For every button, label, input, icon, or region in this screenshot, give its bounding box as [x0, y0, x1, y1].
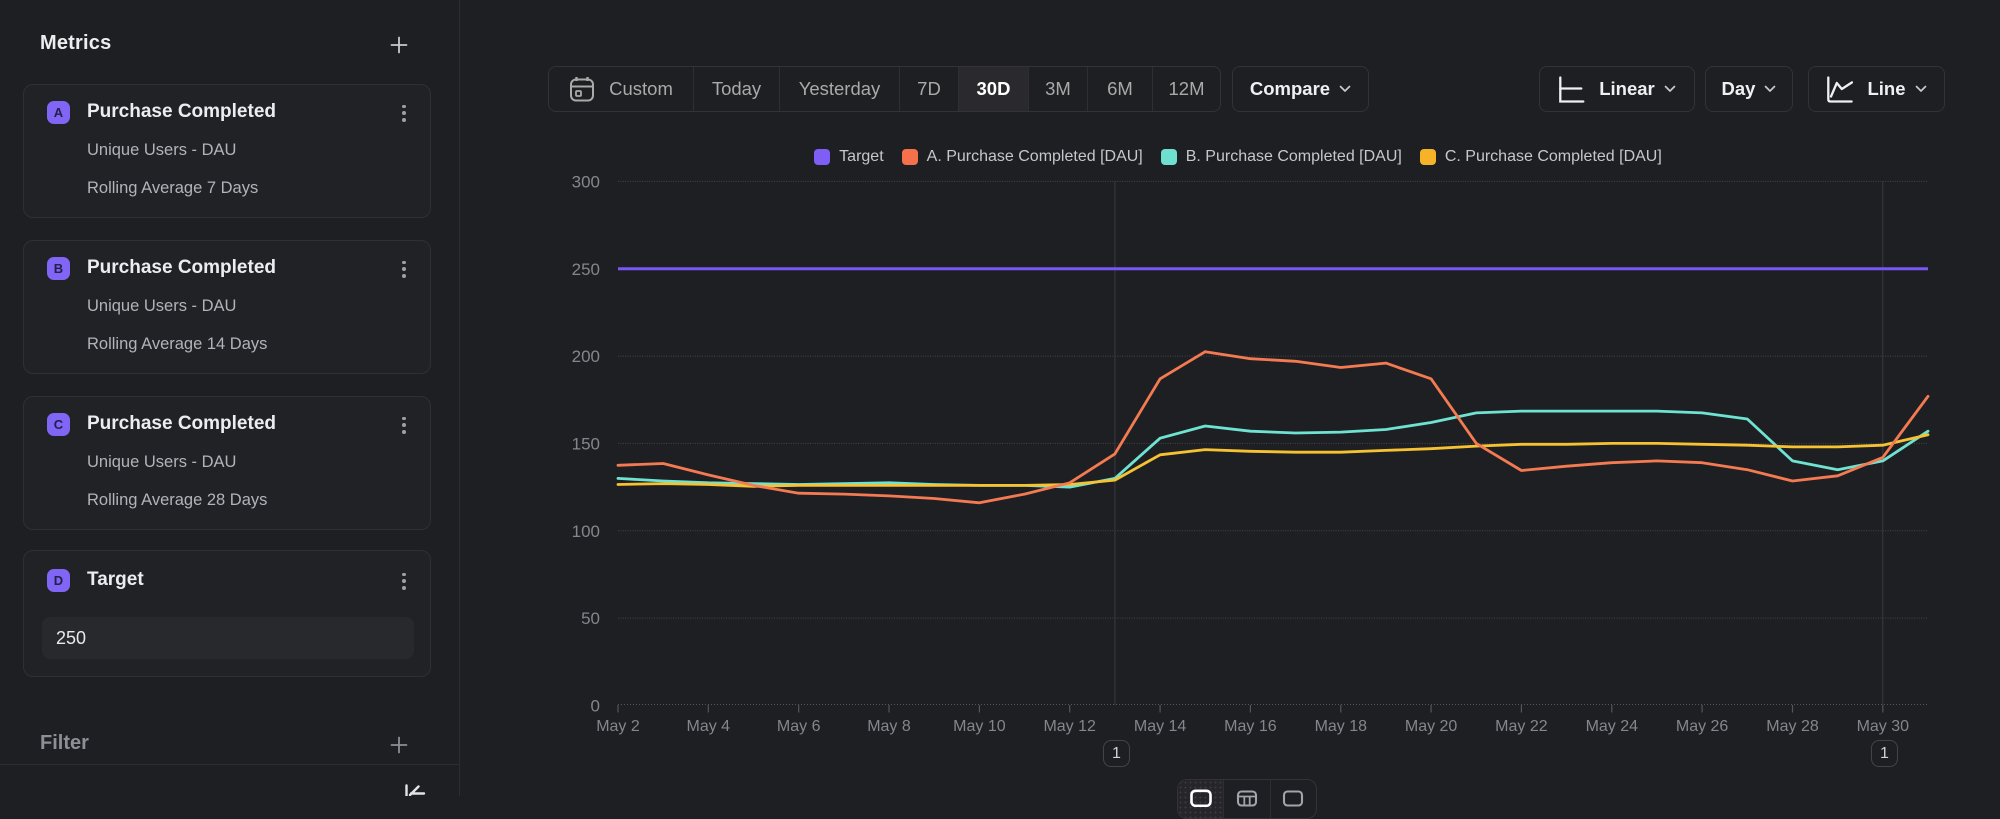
svg-text:100: 100 — [572, 522, 600, 541]
svg-text:May 8: May 8 — [867, 718, 911, 735]
svg-text:May 22: May 22 — [1495, 718, 1548, 735]
svg-text:May 24: May 24 — [1586, 718, 1639, 735]
svg-text:300: 300 — [572, 172, 600, 191]
svg-text:May 4: May 4 — [687, 718, 731, 735]
svg-text:May 14: May 14 — [1134, 718, 1187, 735]
svg-text:May 16: May 16 — [1224, 718, 1277, 735]
svg-text:250: 250 — [572, 260, 600, 279]
svg-text:May 10: May 10 — [953, 718, 1006, 735]
svg-text:May 20: May 20 — [1405, 718, 1458, 735]
svg-text:0: 0 — [591, 697, 600, 716]
svg-text:May 30: May 30 — [1857, 718, 1910, 735]
svg-text:May 2: May 2 — [596, 718, 640, 735]
svg-text:200: 200 — [572, 347, 600, 366]
svg-text:May 6: May 6 — [777, 718, 821, 735]
svg-text:May 18: May 18 — [1315, 718, 1368, 735]
svg-text:May 12: May 12 — [1043, 718, 1096, 735]
svg-text:150: 150 — [572, 434, 600, 453]
svg-text:May 28: May 28 — [1766, 718, 1819, 735]
svg-text:50: 50 — [581, 609, 600, 628]
svg-text:May 26: May 26 — [1676, 718, 1729, 735]
